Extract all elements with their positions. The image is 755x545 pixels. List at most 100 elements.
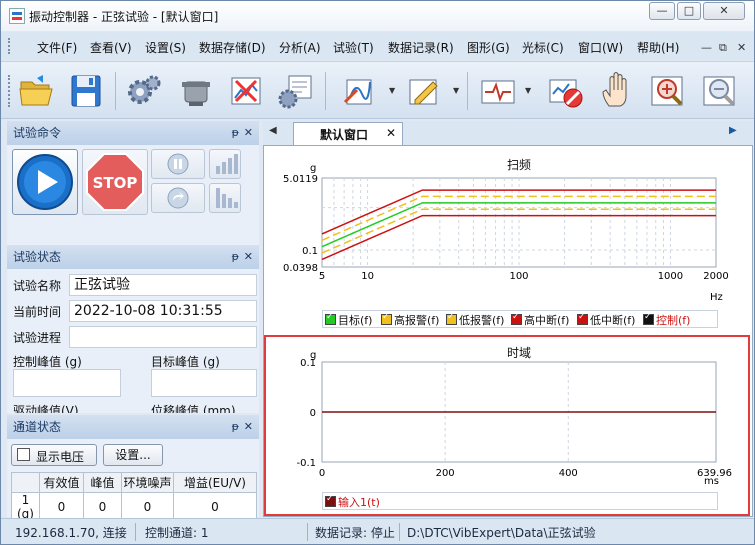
level-up-button[interactable]: [209, 149, 241, 179]
legend-label: 高报警(f): [394, 314, 440, 327]
menu-window[interactable]: 窗口(W): [578, 39, 623, 56]
status-separator: [399, 523, 400, 541]
play-icon: [17, 154, 73, 210]
tab-scroll-left-icon[interactable]: ◀: [269, 125, 277, 136]
tab-close-icon[interactable]: ✕: [386, 126, 396, 140]
stop-label: STOP: [93, 174, 138, 192]
menu-settings[interactable]: 设置(S): [145, 39, 186, 56]
channel-status-panel: 显示电压 设置... 有效值 峰值 环境噪声 增益(EU/V) 1 (g) 0 …: [7, 439, 259, 522]
x-tick-label: 10: [361, 271, 374, 282]
waveform-icon[interactable]: [479, 72, 517, 110]
gear-icon[interactable]: [125, 72, 163, 110]
y-tick-label: 5.0119: [283, 174, 318, 185]
pan-hand-icon[interactable]: [599, 72, 637, 110]
menu-file[interactable]: 文件(F): [37, 39, 77, 56]
close-icon[interactable]: ✕: [244, 245, 253, 269]
tab-label: 默认窗口: [320, 128, 369, 142]
legend-checkbox[interactable]: [325, 312, 336, 325]
menu-view[interactable]: 查看(V): [90, 39, 132, 56]
mdi-restore-button[interactable]: ⧉: [719, 41, 727, 55]
menu-help[interactable]: 帮助(H): [637, 39, 679, 56]
column-header: [11, 472, 40, 493]
menu-grip[interactable]: [8, 38, 14, 54]
legend-label: 低中断(f): [590, 314, 636, 327]
level-down-button[interactable]: [209, 183, 241, 213]
column-header-peak: 峰值: [83, 472, 122, 493]
analysis-dropdown-icon[interactable]: ▼: [389, 86, 395, 95]
test-settings-icon[interactable]: [227, 72, 265, 110]
test-command-panel-header: 试验命令 ᵽ ✕: [7, 121, 259, 145]
settings-button[interactable]: 设置...: [103, 444, 163, 466]
title-bar: 振动控制器 - 正弦试验 - [默认窗口] — □ ✕: [1, 1, 754, 31]
show-voltage-label: 显示电压: [36, 450, 85, 464]
level-up-icon: [216, 154, 238, 174]
status-separator: [135, 523, 136, 541]
menu-analysis[interactable]: 分析(A): [279, 39, 321, 56]
toolbar-grip[interactable]: [8, 75, 14, 107]
zoom-out-icon[interactable]: [701, 72, 739, 110]
legend-item-high-abort[interactable]: 高中断(f): [511, 312, 569, 328]
channel-settings-icon[interactable]: [277, 72, 315, 110]
resume-button[interactable]: [151, 183, 205, 213]
menu-cursor[interactable]: 光标(C): [522, 39, 564, 56]
legend-checkbox[interactable]: [381, 312, 392, 325]
displacement-peak-label: 位移峰值 (mm): [151, 404, 236, 413]
pause-button[interactable]: [151, 149, 205, 179]
legend-item-target[interactable]: 目标(f): [325, 312, 372, 328]
tab-scroll-right-icon[interactable]: ▶: [729, 125, 737, 136]
shaker-icon[interactable]: [177, 72, 215, 110]
drive-peak-label: 驱动峰值(V): [13, 404, 79, 413]
channel-table: 有效值 峰值 环境噪声 增益(EU/V) 1 (g) 0 0 0 0: [11, 472, 257, 522]
legend-checkbox[interactable]: [511, 312, 522, 325]
zoom-in-icon[interactable]: [649, 72, 687, 110]
waveform-dropdown-icon[interactable]: ▼: [525, 86, 531, 95]
edit-dropdown-icon[interactable]: ▼: [453, 86, 459, 95]
status-data-record: 数据记录: 停止: [315, 526, 395, 540]
legend-item-low-alarm[interactable]: 低报警(f): [446, 312, 504, 328]
pin-icon[interactable]: ᵽ: [232, 245, 239, 269]
legend-item-low-abort[interactable]: 低中断(f): [577, 312, 635, 328]
menu-data-storage[interactable]: 数据存储(D): [199, 39, 266, 56]
legend-checkbox[interactable]: [643, 312, 654, 325]
current-time-field: 2022-10-08 10:31:55: [69, 300, 257, 322]
stop-button[interactable]: STOP: [82, 149, 148, 215]
menu-graph[interactable]: 图形(G): [467, 39, 510, 56]
mdi-minimize-button[interactable]: —: [701, 41, 712, 54]
status-path: D:\DTC\VibExpert\Data\正弦试验: [407, 526, 596, 540]
current-time-label: 当前时间: [13, 305, 62, 319]
minimize-button[interactable]: —: [649, 2, 675, 20]
test-name-label: 试验名称: [13, 279, 62, 293]
pin-icon[interactable]: ᵽ: [232, 121, 239, 145]
analysis-icon[interactable]: [341, 72, 379, 110]
open-folder-icon[interactable]: [17, 72, 55, 110]
target-peak-label: 目标峰值 (g): [151, 355, 220, 369]
legend-label: 高中断(f): [524, 314, 570, 327]
close-icon[interactable]: ✕: [244, 121, 253, 145]
maximize-button[interactable]: □: [677, 2, 701, 20]
menu-data-record[interactable]: 数据记录(R): [388, 39, 454, 56]
legend-checkbox[interactable]: [577, 312, 588, 325]
menu-test[interactable]: 试验(T): [333, 39, 374, 56]
test-name-field: 正弦试验: [69, 274, 257, 296]
show-voltage-checkbox[interactable]: [17, 448, 30, 461]
start-button[interactable]: [12, 149, 78, 215]
toolbar-separator: [467, 72, 468, 110]
sweep-chart[interactable]: g Hz 5.0119 0.1 0.03985 10 100 1000 2000: [264, 146, 752, 306]
column-header-noise: 环境噪声: [121, 472, 174, 493]
close-button[interactable]: ✕: [703, 2, 745, 20]
status-separator: [307, 523, 308, 541]
x-tick-label: 1000: [658, 271, 683, 282]
legend-item-control[interactable]: 控制(f): [643, 312, 690, 328]
channel-status-panel-header: 通道状态 ᵽ ✕: [7, 415, 259, 439]
clear-display-icon[interactable]: [547, 72, 585, 110]
legend-label: 目标(f): [338, 314, 373, 327]
show-voltage-toggle[interactable]: 显示电压: [11, 444, 97, 466]
legend-checkbox[interactable]: [446, 312, 457, 325]
legend-item-high-alarm[interactable]: 高报警(f): [381, 312, 439, 328]
mdi-close-button[interactable]: ✕: [737, 41, 746, 54]
tab-default-window[interactable]: 默认窗口 ✕: [293, 122, 403, 145]
save-icon[interactable]: [67, 72, 105, 110]
edit-icon[interactable]: [405, 72, 443, 110]
pin-icon[interactable]: ᵽ: [232, 415, 239, 439]
close-icon[interactable]: ✕: [244, 415, 253, 439]
